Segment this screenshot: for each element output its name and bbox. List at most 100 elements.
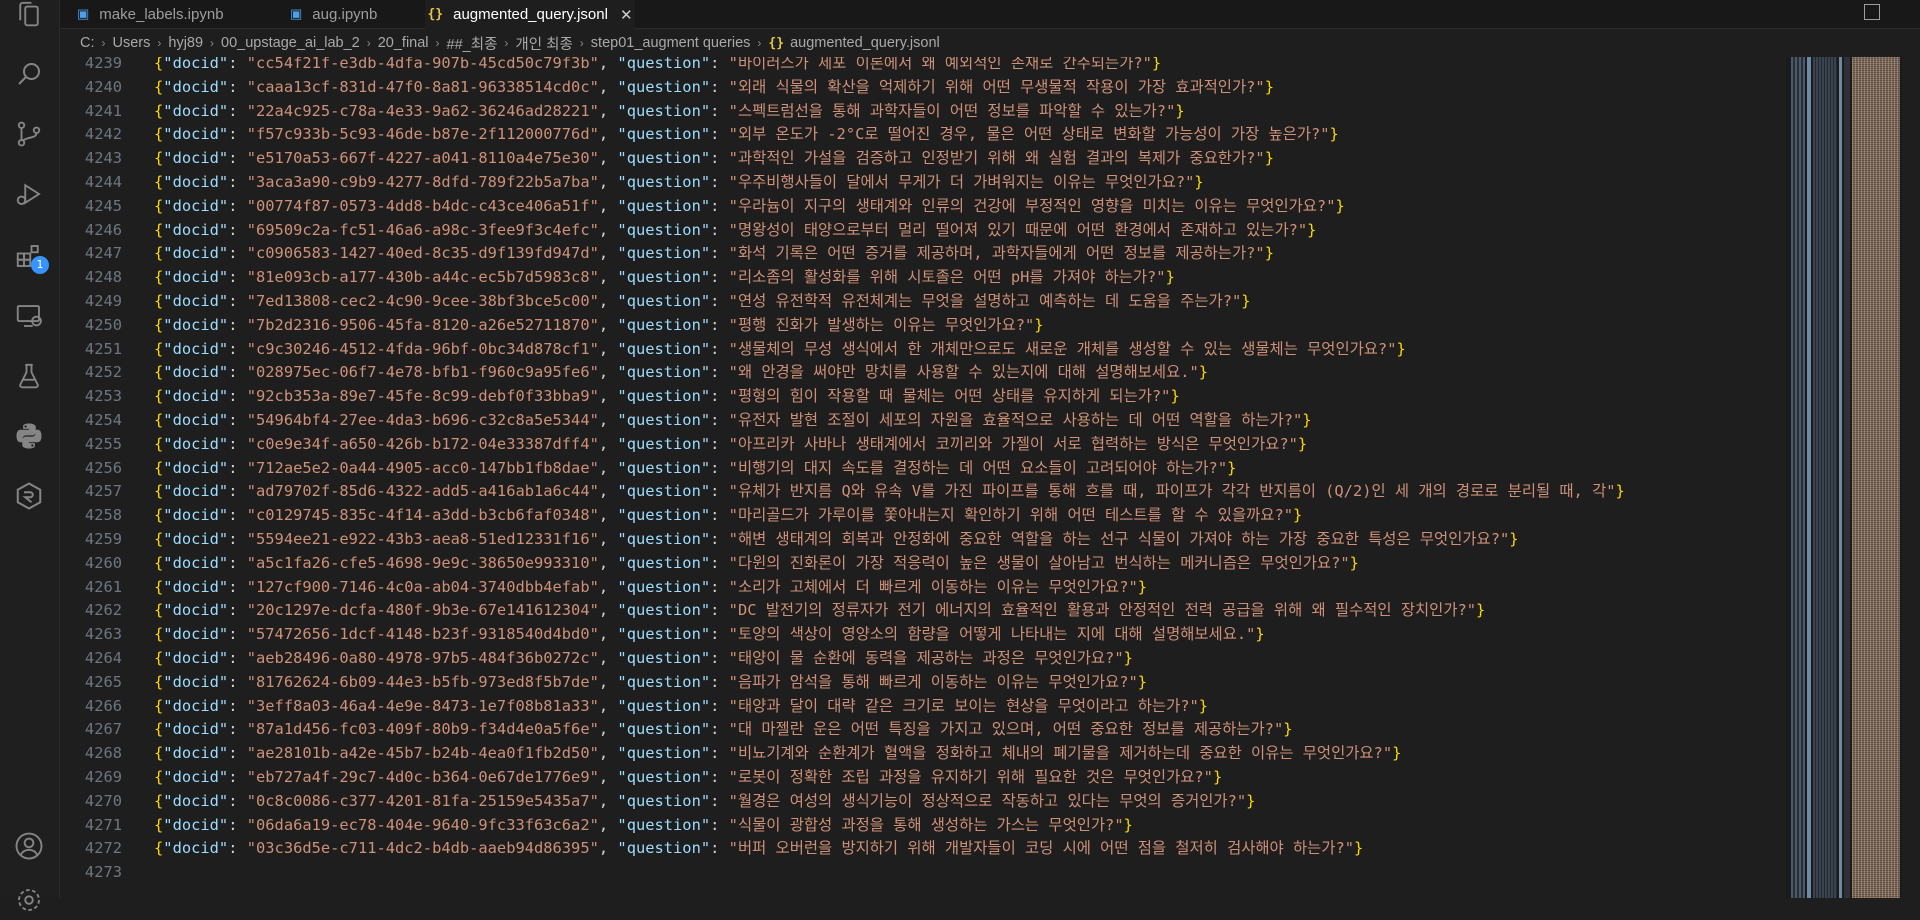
question-value: 우라늄이 지구의 생태계와 인류의 건강에 부정적인 영향을 미치는 이유는 무… <box>737 196 1327 215</box>
json-punctuation: " <box>617 77 627 96</box>
account-icon[interactable] <box>9 826 49 866</box>
json-punctuation: : <box>710 768 729 786</box>
json-punctuation: " <box>728 530 738 548</box>
json-key: question <box>626 220 701 239</box>
run-debug-icon[interactable] <box>9 174 49 214</box>
json-punctuation: } <box>1349 553 1359 572</box>
code-editor[interactable]: 4239 {"docid": "cc54f21f-e3db-4dfa-907b-4… <box>60 57 1786 898</box>
json-punctuation: } <box>1354 839 1364 858</box>
json-punctuation: " <box>700 601 711 620</box>
json-punctuation: " <box>163 292 173 310</box>
breadcrumb-item[interactable]: augmented_query.jsonl <box>790 35 940 51</box>
json-punctuation: " <box>246 220 257 239</box>
breadcrumb-item[interactable]: hyj89 <box>168 35 203 51</box>
json-punctuation: : <box>228 815 247 834</box>
json-record: {"docid": "22a4c925-c78a-4e33-9a62-36246… <box>154 102 1185 120</box>
json-punctuation: " <box>700 768 711 786</box>
breadcrumb: C: › Users › hyj89 › 00_upstage_ai_lab_2 › 2… <box>60 29 1920 57</box>
json-punctuation: { <box>154 77 164 96</box>
question-value: 로봇이 정확한 조립 과정을 유지하기 위해 필요한 것은 무엇인가요? <box>737 768 1204 786</box>
docid-value: caaa13cf-831d-47f0-8a81-96338514cd0c <box>256 77 590 96</box>
json-punctuation: " <box>1288 434 1298 453</box>
json-punctuation: : <box>228 506 247 525</box>
docid-value: 81e093cb-a177-430b-a44c-ec5b7d5983c8 <box>256 268 590 287</box>
minimap[interactable] <box>1786 57 1920 898</box>
json-punctuation: { <box>154 339 164 358</box>
json-punctuation: , <box>598 220 618 239</box>
json-punctuation: " <box>246 173 257 191</box>
line-number: 4260 <box>84 553 122 572</box>
testing-icon[interactable] <box>9 356 49 396</box>
json-punctuation: " <box>1283 506 1293 525</box>
json-record: {"docid": "03c36d5e-c711-4dc2-b4db-aaeb9… <box>154 839 1363 857</box>
scrollbar-marker <box>1807 57 1811 898</box>
json-punctuation: " <box>728 553 738 572</box>
json-punctuation: " <box>163 601 173 620</box>
code-line: 4247 {"docid": "c0906583-1427-40ed-8c35-d… <box>60 242 1274 266</box>
tab-augmented-query[interactable]: {} augmented_query.jsonl ✕ <box>425 0 635 29</box>
json-punctuation: " <box>1255 244 1265 263</box>
ruff-icon[interactable] <box>9 476 49 516</box>
vertical-scrollbar[interactable] <box>1902 57 1920 898</box>
json-punctuation: } <box>1151 57 1162 72</box>
json-punctuation: { <box>154 101 164 120</box>
docid-value: cc54f21f-e3db-4dfa-907b-45cd50c79f3b <box>256 57 590 72</box>
json-punctuation: " <box>700 125 711 144</box>
split-editor-icon[interactable] <box>1864 4 1880 20</box>
breadcrumb-item[interactable]: ##_최종 <box>447 33 498 54</box>
explorer-icon[interactable] <box>9 0 49 34</box>
tab-aug[interactable]: ▣ aug.ipynb <box>290 0 377 28</box>
json-punctuation: " <box>700 458 711 477</box>
json-punctuation: " <box>246 625 257 644</box>
json-punctuation: " <box>246 411 257 429</box>
python-icon[interactable] <box>9 416 49 456</box>
line-number: 4262 <box>84 601 122 620</box>
json-punctuation: " <box>218 339 229 358</box>
manage-gear-icon[interactable] <box>9 880 49 920</box>
json-punctuation: " <box>617 244 627 263</box>
line-number: 4251 <box>84 339 122 358</box>
tab-make-labels[interactable]: ▣ make_labels.ipynb <box>77 0 224 28</box>
json-punctuation: , <box>598 506 618 525</box>
json-punctuation: " <box>700 315 711 334</box>
breadcrumb-item[interactable]: step01_augment queries <box>591 35 751 51</box>
json-record: {"docid": "87a1d456-fc03-409f-80b9-f34d4… <box>154 720 1293 738</box>
json-punctuation: " <box>589 315 599 334</box>
line-number: 4241 <box>84 101 122 120</box>
json-punctuation: " <box>589 57 599 72</box>
json-key: question <box>626 625 701 644</box>
json-punctuation: " <box>728 173 738 191</box>
json-key: question <box>626 292 701 310</box>
json-punctuation: " <box>163 77 173 96</box>
json-punctuation: " <box>163 720 173 739</box>
json-punctuation: " <box>246 506 257 525</box>
json-record: {"docid": "54964bf4-27ee-4da3-b696-c32c8… <box>154 411 1312 429</box>
json-punctuation: { <box>154 268 164 287</box>
close-icon[interactable]: ✕ <box>620 6 633 24</box>
question-value: 마리골드가 가루이를 쫓아내는지 확인하기 위해 어떤 테스트를 할 수 있을까… <box>737 506 1284 525</box>
code-line: 4264 {"docid": "aeb28496-0a80-4978-97b5-4… <box>60 647 1133 671</box>
question-value: 월경은 여성의 생식기능이 정상적으로 작동하고 있다는 무엇의 증거인가? <box>737 791 1237 810</box>
breadcrumb-item[interactable]: C: <box>80 35 95 51</box>
json-punctuation: " <box>218 839 229 858</box>
json-punctuation: " <box>617 220 627 239</box>
json-punctuation: " <box>1297 220 1308 239</box>
source-control-icon[interactable] <box>9 114 49 154</box>
json-punctuation: { <box>154 411 164 429</box>
code-line: 4248 {"docid": "81e093cb-a177-430b-a44c-e… <box>60 266 1175 290</box>
json-punctuation: : <box>710 268 729 287</box>
breadcrumb-item[interactable]: 00_upstage_ai_lab_2 <box>221 35 360 51</box>
json-punctuation: : <box>710 196 729 215</box>
remote-explorer-icon[interactable] <box>9 296 49 336</box>
json-punctuation: " <box>218 601 229 620</box>
json-punctuation: , <box>598 720 618 739</box>
json-punctuation: : <box>710 387 729 406</box>
breadcrumb-item[interactable]: 20_final <box>378 35 429 51</box>
breadcrumb-item[interactable]: 개인 최종 <box>515 33 572 54</box>
line-number: 4268 <box>84 744 122 763</box>
breadcrumb-item[interactable]: Users <box>113 35 151 51</box>
json-punctuation: , <box>598 696 618 715</box>
search-icon[interactable] <box>9 54 49 94</box>
json-punctuation: " <box>617 458 627 477</box>
json-punctuation: " <box>1189 363 1199 382</box>
